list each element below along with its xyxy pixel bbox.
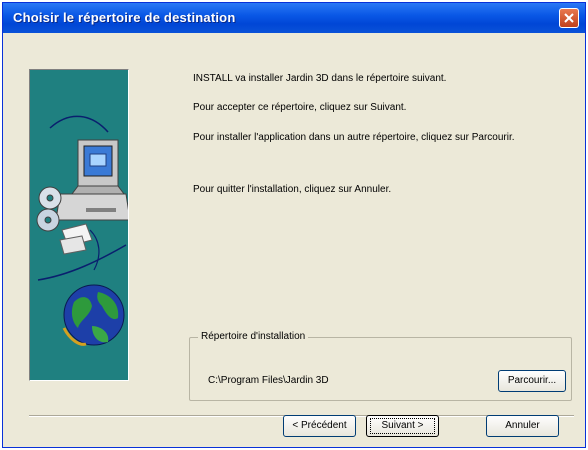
previous-button[interactable]: < Précédent: [283, 415, 356, 437]
destination-groupbox: Répertoire d'installation C:\Program Fil…: [189, 331, 572, 401]
close-button[interactable]: [559, 8, 579, 28]
installer-dialog: Choisir le répertoire de destination INS…: [2, 2, 586, 448]
accept-instruction: Pour accepter ce répertoire, cliquez sur…: [193, 102, 407, 113]
destination-path: C:\Program Files\Jardin 3D: [208, 375, 329, 386]
window-title: Choisir le répertoire de destination: [13, 10, 236, 25]
browse-button[interactable]: Parcourir...: [498, 370, 566, 392]
title-bar[interactable]: Choisir le répertoire de destination: [3, 3, 585, 33]
cancel-instruction: Pour quitter l'installation, cliquez sur…: [193, 184, 392, 195]
focus-rect: [370, 418, 435, 434]
intro-text: INSTALL va installer Jardin 3D dans le r…: [193, 73, 447, 84]
close-icon: [564, 13, 574, 23]
illustration-panel: [29, 69, 129, 381]
destination-legend: Répertoire d'installation: [198, 331, 309, 342]
next-button[interactable]: Suivant >: [366, 415, 439, 437]
browse-instruction: Pour installer l'application dans un aut…: [193, 132, 515, 143]
cancel-button[interactable]: Annuler: [486, 415, 559, 437]
dialog-body: INSTALL va installer Jardin 3D dans le r…: [11, 33, 577, 441]
computer-globe-illustration: [36, 115, 128, 346]
